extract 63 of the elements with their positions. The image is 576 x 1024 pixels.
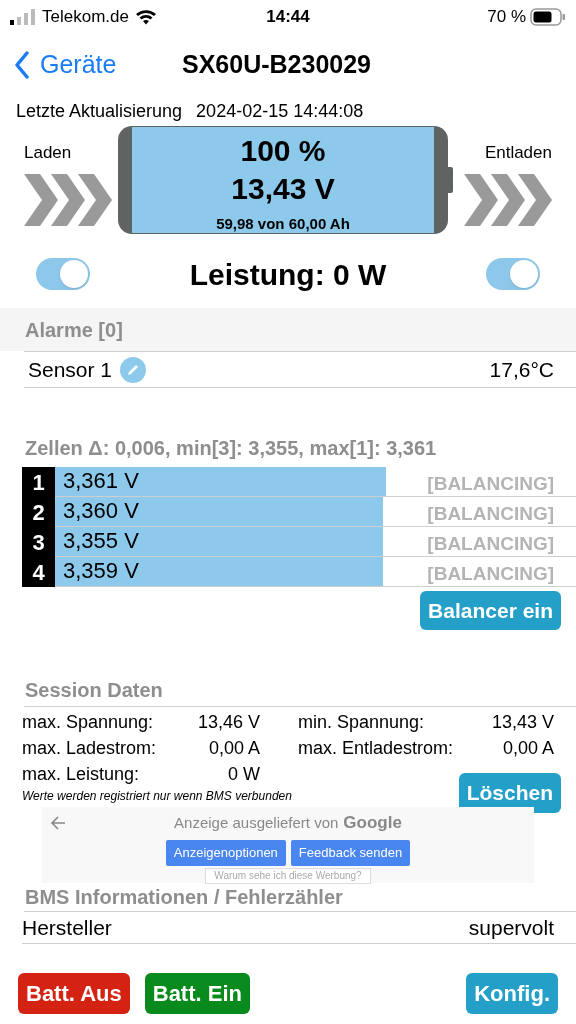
battery-toggle-button[interactable]: Batt. Aus: [18, 972, 130, 1014]
section-title: Session Daten: [25, 678, 163, 703]
wifi-icon: [134, 9, 157, 25]
sensor-value: 17,6°C: [489, 356, 554, 383]
ad-option-button[interactable]: Anzeigenoptionen: [165, 839, 286, 866]
cell-voltage: 3,361 V: [63, 467, 139, 495]
info-label: Hersteller: [22, 914, 112, 941]
screen-title: SX60U-B230029: [182, 49, 371, 81]
section-header: Alarme [0]: [0, 308, 576, 351]
capacity-text: 59,98 von 60,00 Ah: [216, 214, 350, 233]
edit-icon[interactable]: [120, 356, 147, 383]
stat-label: max. Leistung:: [22, 762, 140, 786]
stat-label: max. Spannung:: [22, 710, 154, 734]
update-time: 2024-02-15 14:44:08: [196, 99, 364, 123]
battery-icon: [530, 8, 566, 26]
battery-percent: 70 %: [487, 6, 526, 29]
cell-voltage: 3,359 V: [63, 557, 139, 585]
back-icon: [14, 51, 30, 79]
stat-label: max. Ladestrom:: [22, 736, 157, 760]
sensor-name: Sensor 1: [28, 356, 113, 383]
stat-value: 0 W: [228, 762, 260, 786]
cell-number: 3: [22, 527, 55, 557]
cell-number: 2: [22, 497, 55, 527]
balancing-status: [BALANCING]: [427, 472, 554, 496]
update-label: Letzte Aktualisierung: [16, 99, 183, 123]
discharge-label: Entladen: [484, 142, 552, 164]
stat-value: 13,43 V: [491, 710, 554, 734]
balancing-status: [BALANCING]: [427, 532, 554, 556]
ad-label: Anzeige ausgeliefert von: [174, 813, 339, 833]
stat-label: max. Entladestrom:: [298, 736, 454, 760]
section-title: Zellen Δ: 0,006, min[3]: 3,355, max[1]: 3,361: [25, 436, 437, 461]
stat-label: min. Spannung:: [298, 710, 425, 734]
info-value: supervolt: [468, 914, 554, 941]
section-title: BMS Informationen / Fehlerzähler: [25, 885, 343, 910]
cell-voltage: 3,355 V: [63, 527, 139, 555]
ad-option-button[interactable]: Feedback senden: [290, 839, 411, 866]
battery-toggle-button[interactable]: Batt. Ein: [144, 972, 250, 1014]
stat-value: 13,46 V: [197, 710, 260, 734]
power-reading: Leistung: 0 W: [189, 256, 387, 293]
toggle-switch[interactable]: [36, 258, 90, 290]
charge-label: Laden: [24, 142, 73, 164]
stat-value: 0,00 A: [208, 736, 260, 760]
chevrons-icon: [464, 173, 552, 226]
cell-number: 1: [22, 467, 55, 497]
back-arrow-icon[interactable]: [50, 815, 66, 831]
google-logo: Google: [343, 812, 402, 834]
config-button[interactable]: Konfig.: [466, 972, 558, 1014]
balancer-button[interactable]: Balancer ein: [420, 591, 561, 630]
clock: 14:44: [266, 7, 310, 27]
battery-voltage: 13,43 V: [231, 171, 335, 207]
toggle-switch[interactable]: [486, 258, 540, 290]
balancing-status: [BALANCING]: [427, 562, 554, 586]
carrier-name: Telekom.de: [42, 6, 129, 29]
signal-icon: [10, 9, 36, 25]
session-note: Werte werden registriert nur wenn BMS verbunden: [22, 788, 292, 805]
balancing-status: [BALANCING]: [427, 502, 554, 526]
chevrons-icon: [24, 173, 112, 226]
cell-voltage: 3,360 V: [63, 497, 139, 525]
why-ad-link[interactable]: Warum sehe ich diese Werbung?: [205, 867, 371, 884]
charge-percent: 100 %: [240, 133, 326, 169]
back-link[interactable]: Geräte: [14, 46, 117, 84]
cell-number: 4: [22, 557, 55, 587]
stat-value: 0,00 A: [502, 736, 554, 760]
